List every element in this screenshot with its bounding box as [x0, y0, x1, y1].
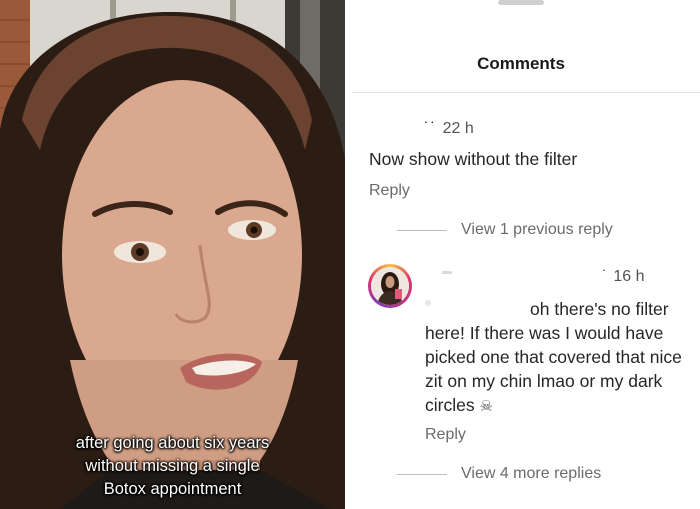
caption-line: Botox appointment	[103, 480, 242, 498]
redacted-username: ˙	[602, 268, 608, 285]
thread-line	[397, 473, 447, 475]
comments-panel: Comments ˙˙ 22 h Now show without the fil…	[352, 0, 700, 509]
view-more-label: View 4 more replies	[461, 465, 602, 482]
thread-line	[397, 229, 447, 231]
reply-button[interactable]: Reply	[369, 182, 410, 200]
comment-meta: ˙˙ 22 h	[424, 120, 474, 138]
reply-button[interactable]: Reply	[425, 426, 466, 444]
comment-text-line: oh there's no filter	[530, 299, 669, 319]
redacted-username: ˙˙	[424, 120, 437, 137]
comment-time: 22 h	[442, 120, 474, 137]
caption-line: without missing a single	[85, 457, 260, 475]
view-previous-replies[interactable]: View 1 previous reply	[397, 221, 613, 239]
redacted-username	[442, 271, 452, 274]
avatar-photo	[371, 267, 409, 305]
skull-icon: ☠	[479, 397, 493, 415]
video-caption: after going about six years without miss…	[0, 432, 345, 501]
sheet-drag-handle[interactable]	[498, 0, 544, 5]
image-divider	[345, 0, 352, 509]
panel-title: Comments	[477, 54, 565, 73]
comment-text: oh there's no filter here! If there was …	[425, 297, 695, 418]
avatar[interactable]	[368, 264, 412, 308]
header-divider	[352, 92, 700, 93]
video-frame[interactable]: after going about six years without miss…	[0, 0, 345, 509]
comment-text: Now show without the filter	[369, 149, 578, 169]
caption-line: after going about six years	[75, 434, 270, 452]
view-more-replies[interactable]: View 4 more replies	[397, 465, 601, 483]
comment-text-rest: here! If there was I would have picked o…	[425, 323, 682, 415]
comment-meta: ˙ 16 h	[602, 268, 644, 286]
view-previous-label: View 1 previous reply	[461, 221, 613, 238]
comment-time: 16 h	[613, 268, 645, 285]
